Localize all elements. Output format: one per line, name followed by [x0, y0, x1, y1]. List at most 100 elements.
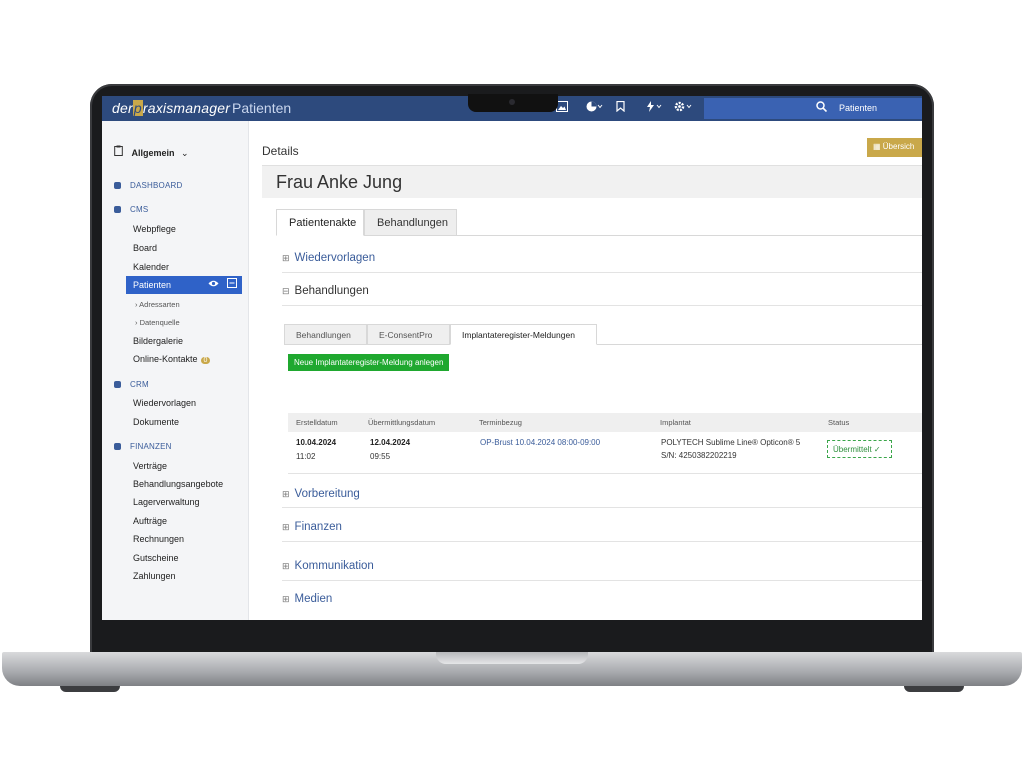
context-selector[interactable]: Allgemein ⌄ [114, 145, 189, 159]
sidebar-item-board[interactable]: Board [133, 243, 157, 253]
table-divider [288, 473, 922, 474]
sidebar-item-wiedervorlagen[interactable]: Wiedervorlagen [133, 398, 196, 408]
section-wiedervorlagen[interactable]: ⊞ Wiedervorlagen [282, 252, 375, 264]
sidebar-section-crm[interactable]: CRM [114, 380, 149, 389]
sidebar-item-kalender[interactable]: Kalender [133, 262, 169, 272]
expand-icon: ⊞ [282, 489, 290, 499]
sidebar-subitem-adressarten[interactable]: › Adressarten [135, 300, 180, 309]
overview-button-label: Übersich [882, 142, 915, 151]
column-header[interactable]: Terminbezug [479, 418, 522, 427]
cell-erstell-date: 10.04.2024 [296, 438, 337, 447]
table-icon: ▦ [873, 142, 883, 151]
laptop-opening-notch [436, 652, 588, 664]
expand-icon: ⊞ [282, 522, 290, 532]
camera-icon [509, 99, 515, 105]
sidebar-item-webpflege[interactable]: Webpflege [133, 224, 176, 234]
bolt-icon[interactable] [646, 101, 664, 115]
sidebar-subitem-datenquelle[interactable]: › Datenquelle [135, 318, 180, 327]
search-box[interactable]: Patienten [704, 98, 922, 119]
cell-implantat: POLYTECH Sublime Line® Opticon® 5 [661, 438, 801, 447]
column-header[interactable]: Übermittlungsdatum [368, 418, 435, 427]
section-title: Vorbereitung [294, 488, 360, 500]
tab-behandlungen[interactable]: Behandlungen [364, 209, 457, 236]
section-title: Wiedervorlagen [294, 252, 376, 264]
sidebar-item-label: Online-Kontakte [133, 354, 198, 364]
cube-icon [114, 443, 121, 450]
subtab-implantateregister-meldungen[interactable]: Implantateregister-Meldungen [450, 324, 597, 345]
column-header[interactable]: Erstelldatum [296, 418, 338, 427]
sidebar-item-online-kontakte[interactable]: Online-Kontakte 0 [133, 354, 211, 364]
new-implant-report-button[interactable]: Neue Implantateregister-Meldung anlegen [288, 354, 450, 371]
cube-icon [114, 182, 121, 189]
context-label: Allgemein [131, 148, 175, 158]
app-logo[interactable]: derpraxismanager [112, 100, 230, 116]
table-header: Erstelldatum Übermittlungsdatum Terminbe… [288, 413, 922, 432]
subtab-e-consentpro[interactable]: E-ConsentPro [367, 324, 450, 345]
section-vorbereitung[interactable]: ⊞ Vorbereitung [282, 488, 360, 500]
cell-terminbezug-link[interactable]: OP-Brust 10.04.2024 08:00-09:00 [480, 438, 600, 447]
section-label: CRM [130, 380, 149, 389]
eye-icon[interactable] [208, 279, 219, 290]
tab-patientenakte[interactable]: Patientenakte [276, 209, 364, 236]
section-finanzen[interactable]: ⊞ Finanzen [282, 521, 342, 533]
cube-icon [114, 381, 121, 388]
sidebar-item-gutscheine[interactable]: Gutscheine [133, 553, 179, 563]
column-header[interactable]: Status [828, 418, 849, 427]
sidebar-item-dokumente[interactable]: Dokumente [133, 417, 179, 427]
sidebar-item-patienten[interactable]: Patienten [126, 276, 242, 294]
section-behandlungen[interactable]: ⊟ Behandlungen [282, 285, 369, 297]
logo-prefix: der [112, 100, 133, 116]
section-divider [282, 272, 922, 273]
section-kommunikation[interactable]: ⊞ Kommunikation [282, 560, 374, 572]
sidebar-item-zahlungen[interactable]: Zahlungen [133, 571, 176, 581]
patient-name: Frau Anke Jung [276, 172, 403, 192]
app-title: Patienten [232, 100, 292, 116]
section-title: Finanzen [294, 521, 342, 533]
cell-uebermittlung-date: 12.04.2024 [370, 438, 411, 447]
laptop-foot-right [904, 686, 964, 692]
chevron-down-icon: ⌄ [181, 148, 189, 158]
cube-icon [114, 206, 121, 213]
section-divider [282, 580, 922, 581]
overview-button[interactable]: ▦ Übersich [867, 138, 922, 157]
sidebar: Allgemein ⌄ DASHBOARD CMS Webpflege Boar… [102, 121, 249, 620]
expand-icon: ⊞ [282, 561, 290, 571]
section-label: FINANZEN [130, 442, 172, 451]
search-input[interactable]: Patienten [839, 103, 877, 113]
laptop-foot-left [60, 686, 120, 692]
expand-icon: ⊞ [282, 594, 290, 604]
status-badge[interactable]: Übermittelt ✓ [827, 440, 892, 458]
search-icon[interactable] [816, 101, 828, 115]
sidebar-item-rechnungen[interactable]: Rechnungen [133, 534, 184, 544]
sidebar-item-vertraege[interactable]: Verträge [133, 461, 167, 471]
section-medien[interactable]: ⊞ Medien [282, 593, 332, 605]
sidebar-item-behandlungsangebote[interactable]: Behandlungsangebote [133, 479, 223, 489]
expand-icon: ⊞ [282, 253, 290, 263]
subtab-behandlungen[interactable]: Behandlungen [284, 324, 367, 345]
patient-header: Frau Anke Jung [262, 165, 922, 198]
sidebar-section-dashboard[interactable]: DASHBOARD [114, 181, 182, 190]
clipboard-icon [114, 145, 126, 158]
section-label: DASHBOARD [130, 181, 183, 190]
count-badge: 0 [200, 357, 211, 364]
gear-icon[interactable] [674, 101, 694, 115]
pie-chart-icon[interactable] [586, 101, 604, 115]
section-title: Kommunikation [294, 560, 374, 572]
column-header[interactable]: Implantat [660, 418, 691, 427]
sidebar-item-bildergalerie[interactable]: Bildergalerie [133, 336, 183, 346]
main-content: Details ▦ Übersich Frau Anke Jung Patien… [249, 121, 922, 620]
logo-p: p [132, 100, 143, 116]
bookmark-icon[interactable] [616, 100, 625, 115]
sidebar-section-finanzen[interactable]: FINANZEN [114, 442, 172, 451]
sidebar-item-lagerverwaltung[interactable]: Lagerverwaltung [133, 497, 200, 507]
sidebar-item-auftraege[interactable]: Aufträge [133, 516, 167, 526]
page-title: Details [262, 144, 299, 158]
section-title: Medien [294, 593, 333, 605]
sidebar-section-cms[interactable]: CMS [114, 205, 148, 214]
collapse-icon: ⊟ [282, 286, 290, 296]
subitem-label: Adressarten [139, 300, 180, 309]
cell-uebermittlung-time: 09:55 [370, 452, 391, 461]
collapse-box-icon[interactable] [227, 278, 237, 291]
logo-rest: raxismanager [142, 100, 231, 116]
cell-serial-number: S/N: 4250382202219 [661, 451, 737, 460]
